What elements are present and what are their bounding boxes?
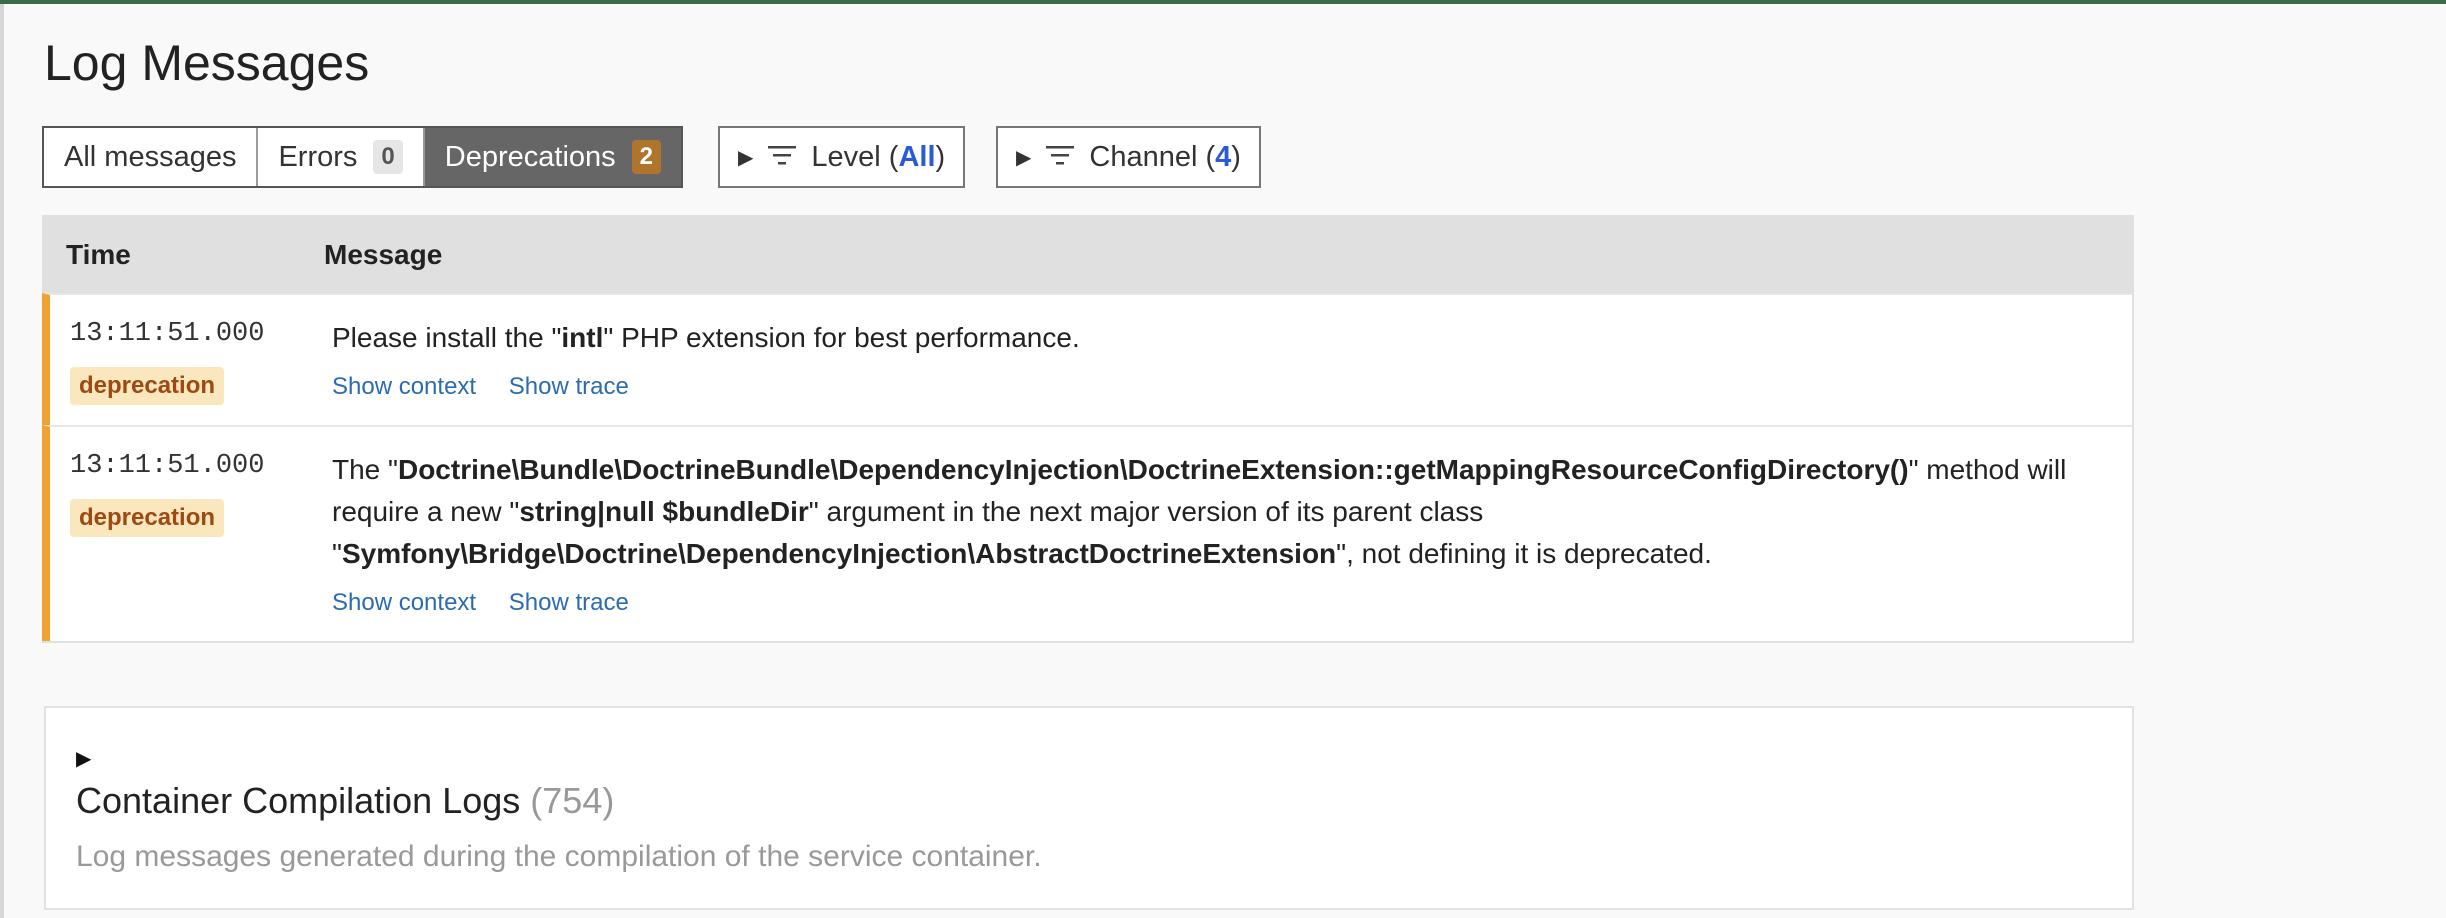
channel-filter-value: 4 [1215, 140, 1232, 173]
log-tabs: All messages Errors 0 Deprecations 2 [42, 126, 684, 188]
tab-count-badge: 2 [631, 140, 662, 174]
level-filter-button[interactable]: ▶ Level (All) [718, 126, 966, 188]
message-text-bold: Doctrine\Bundle\DoctrineBundle\Dependenc… [397, 454, 1909, 485]
log-message: The "Doctrine\Bundle\DoctrineBundle\Depe… [332, 449, 2092, 575]
message-text: " PHP extension for best performance. [603, 322, 1080, 353]
level-filter-close: ) [935, 140, 946, 173]
message-text-bold: Symfony\Bridge\Doctrine\DependencyInject… [341, 538, 1337, 569]
message-text: Please install the " [332, 322, 562, 353]
tab-deprecations[interactable]: Deprecations 2 [424, 128, 682, 186]
filter-icon [767, 141, 797, 174]
channel-filter-close: ) [1231, 140, 1241, 173]
caret-right-icon: ▶ [1016, 146, 1032, 169]
column-header-time: Time [66, 239, 131, 270]
caret-right-icon: ▶ [738, 146, 754, 169]
message-actions: Show context Show trace [332, 373, 2092, 401]
show-trace-link[interactable]: Show trace [509, 373, 629, 400]
time-cell: 13:11:51.000 deprecation [50, 427, 332, 641]
tab-label: Deprecations [444, 140, 616, 173]
message-cell: The "Doctrine\Bundle\DoctrineBundle\Depe… [332, 427, 2132, 641]
container-logs-title[interactable]: Container Compilation Logs (754) [76, 780, 614, 822]
show-context-link[interactable]: Show context [332, 373, 476, 400]
message-text-bold: string|null $bundleDir [519, 496, 809, 527]
page-title: Log Messages [44, 35, 370, 91]
show-trace-link[interactable]: Show trace [509, 589, 629, 616]
log-time: 13:11:51.000 [70, 319, 265, 349]
message-text: The " [332, 454, 398, 485]
log-table: Time Message 13:11:51.000 deprecation Pl… [42, 215, 2134, 643]
channel-filter-label: Channel ( [1089, 140, 1216, 173]
log-message: Please install the "intl" PHP extension … [332, 317, 2092, 359]
show-context-link[interactable]: Show context [332, 589, 476, 616]
container-logs-description: Log messages generated during the compil… [76, 840, 1042, 873]
tab-all-messages[interactable]: All messages [44, 128, 259, 186]
table-row: 13:11:51.000 deprecation Please install … [42, 293, 2132, 425]
container-logs-count: (754) [530, 780, 615, 821]
container-logs-title-text: Container Compilation Logs [76, 780, 521, 821]
tab-errors[interactable]: Errors 0 [258, 128, 425, 186]
message-text: ", not defining it is deprecated. [1336, 538, 1712, 569]
deprecation-badge: deprecation [70, 367, 225, 405]
table-header: Time Message [44, 217, 2132, 293]
deprecation-badge: deprecation [70, 499, 225, 537]
log-time: 13:11:51.000 [70, 451, 265, 481]
window-edge [0, 4, 4, 918]
channel-filter-button[interactable]: ▶ Channel (4) [996, 126, 1261, 188]
level-filter-label: Level ( [811, 140, 899, 173]
tab-count-badge: 0 [373, 140, 403, 174]
message-cell: Please install the "intl" PHP extension … [332, 295, 2132, 425]
tab-label: All messages [64, 140, 237, 173]
container-logs-panel: ▶ Container Compilation Logs (754) Log m… [44, 706, 2134, 910]
filter-icon [1045, 141, 1075, 174]
message-text-bold: intl [561, 322, 604, 353]
time-cell: 13:11:51.000 deprecation [50, 295, 332, 425]
message-actions: Show context Show trace [332, 589, 2092, 617]
tab-label: Errors [278, 140, 358, 173]
level-filter-value: All [898, 140, 936, 173]
table-row: 13:11:51.000 deprecation The "Doctrine\B… [42, 425, 2132, 641]
column-header-message: Message [324, 239, 443, 270]
expand-toggle-icon[interactable]: ▶ [76, 746, 91, 771]
